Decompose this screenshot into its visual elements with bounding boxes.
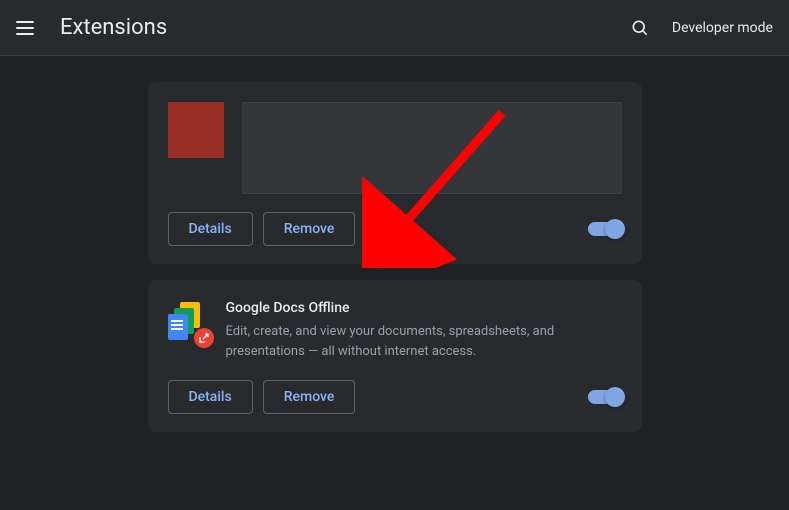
page-title: Extensions [60,15,167,40]
extension-card: Details Remove [148,82,642,264]
developer-mode-toggle-label[interactable]: Developer mode [672,20,773,36]
enable-toggle[interactable] [588,222,622,236]
details-button[interactable]: Details [168,212,253,246]
extension-name: Google Docs Offline [226,300,622,316]
extension-description-placeholder [242,102,622,194]
extension-icon [168,102,224,158]
extensions-list: Details Remove Google Docs Offline Edit,… [0,56,789,458]
remove-button[interactable]: Remove [263,212,356,246]
extension-card: Google Docs Offline Edit, create, and vi… [148,280,642,432]
search-icon[interactable] [630,18,650,38]
google-docs-icon [168,302,208,342]
remove-button[interactable]: Remove [263,380,356,414]
extension-description: Edit, create, and view your documents, s… [226,322,622,362]
details-button[interactable]: Details [168,380,253,414]
header: Extensions Developer mode [0,0,789,56]
menu-icon[interactable] [16,16,40,40]
enable-toggle[interactable] [588,390,622,404]
